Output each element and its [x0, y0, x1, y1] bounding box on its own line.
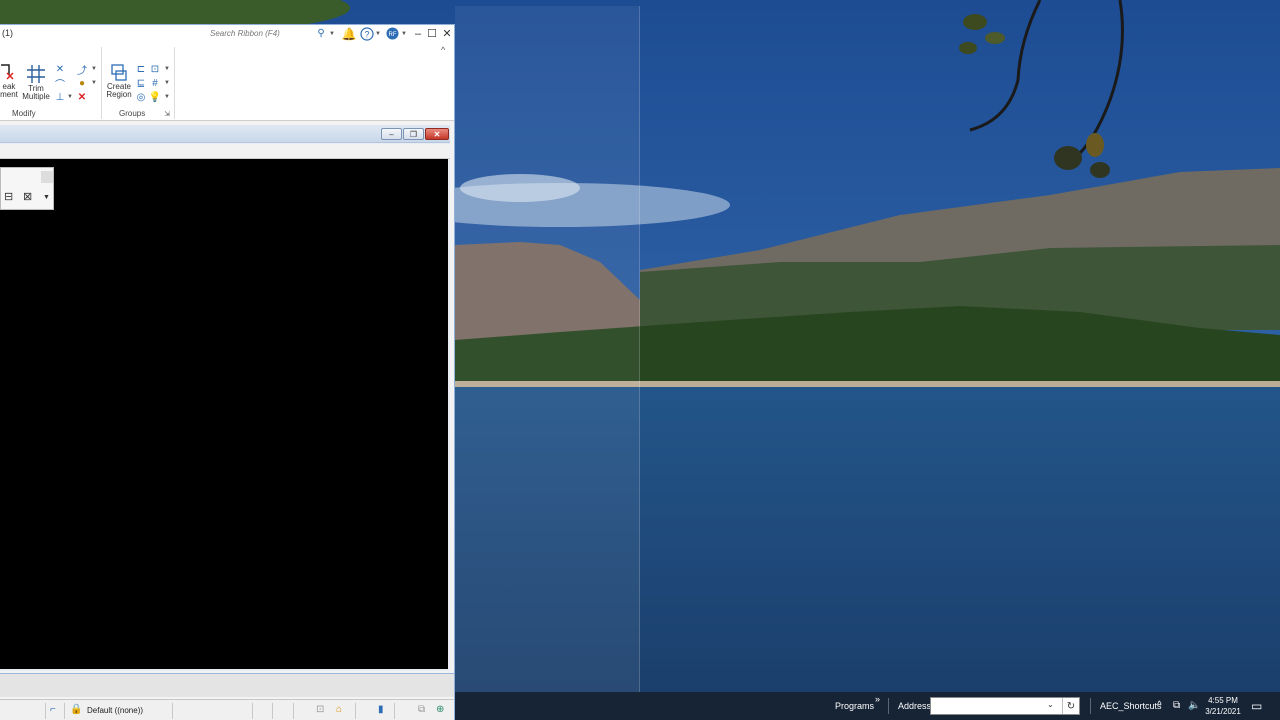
close-icon[interactable]: ✕ — [440, 26, 454, 41]
array-dropdown-icon[interactable]: ▼ — [161, 77, 173, 89]
copy-icon[interactable]: ⧉ — [418, 704, 425, 715]
status-divider — [355, 703, 356, 719]
status-divider — [45, 703, 46, 719]
view-tools-dropdown-icon[interactable]: ▼ — [43, 194, 50, 201]
address-input[interactable] — [930, 697, 1080, 715]
active-level-text[interactable]: Default ((none)) — [87, 706, 143, 715]
minimize-icon[interactable]: – — [411, 26, 425, 41]
taskbar: Programs » Address ⌄ ↻ AEC_Shortcuts ^ ⧉… — [455, 692, 1280, 720]
search-icon[interactable]: ⚲ — [315, 26, 327, 41]
help-dropdown-icon[interactable]: ▼ — [375, 26, 381, 41]
groups-panel-label: Groups — [119, 109, 146, 118]
search-dropdown-icon[interactable]: ▼ — [329, 26, 335, 41]
notification-center-icon[interactable]: ▭ — [1251, 699, 1262, 713]
panel-divider — [101, 47, 102, 119]
ribbon: ^ eak ment Trim Multiple ✕ ⌒ ⊥ ▼ ⤴ ▼ ● ▼… — [0, 43, 454, 121]
trim-multiple-button[interactable]: Trim Multiple — [20, 63, 52, 101]
delete-icon[interactable]: ✕ — [76, 91, 88, 103]
search-ribbon-input[interactable] — [210, 26, 328, 40]
refresh-icon[interactable]: ↻ — [1062, 698, 1079, 714]
status-divider — [252, 703, 253, 719]
create-region-icon — [111, 64, 127, 81]
target-icon[interactable]: ◎ — [135, 91, 147, 103]
notification-bell-icon[interactable]: 🔔 — [342, 26, 357, 41]
chamfer-icon[interactable]: ⤴ — [76, 63, 88, 77]
window-title: (1) — [2, 28, 13, 38]
ungroup-icon[interactable]: ⊡ — [149, 63, 161, 75]
lightbulb-dropdown-icon[interactable]: ▼ — [161, 91, 173, 103]
break-element-label: eak ment — [0, 82, 18, 99]
connection-globe-icon[interactable]: ⊕ — [436, 704, 444, 715]
modify-paint-icon[interactable]: ● — [76, 77, 88, 89]
programs-toolbar[interactable]: Programs — [835, 701, 874, 711]
taskbar-divider — [888, 698, 889, 714]
accudraw-icon[interactable]: ⌐ — [50, 704, 56, 715]
break-element-icon — [1, 64, 14, 80]
volume-icon[interactable]: 🔈 — [1188, 700, 1200, 711]
status-bar: ⌐ 🔒 Default ((none)) ⊡ ⌂ ▮ ⧉ ⊕ — [0, 699, 454, 720]
ungroup-dropdown-icon[interactable]: ▼ — [161, 63, 173, 75]
home-icon[interactable]: ⌂ — [336, 704, 342, 715]
drawing-canvas[interactable]: ⊟ ⊠ ▼ — [0, 159, 448, 669]
trim-multiple-label: Trim Multiple — [22, 84, 50, 101]
view-minimize-icon[interactable]: – — [381, 128, 402, 140]
svg-text:?: ? — [364, 29, 369, 39]
clock-time: 4:55 PM — [1208, 696, 1238, 705]
lock-icon[interactable]: 🔒 — [70, 704, 82, 715]
application-window: (1) ⚲ ▼ 🔔 ? ▼ RF ▼ – ☐ ✕ ^ eak ment — [0, 24, 455, 720]
break-element-button[interactable]: eak ment — [0, 63, 18, 99]
view-tools-handle[interactable] — [41, 171, 53, 183]
show-hidden-icons-icon[interactable]: ^ — [1157, 700, 1162, 711]
modify-panel-label: Modify — [12, 109, 36, 118]
user-dropdown-icon[interactable]: ▼ — [401, 26, 407, 41]
panel-expand-icon[interactable]: ⇲ — [161, 108, 173, 120]
group-icon[interactable]: ⊏ — [135, 63, 147, 75]
status-divider — [272, 703, 273, 719]
view-toolbar — [0, 144, 450, 159]
view-restore-icon[interactable]: ❐ — [403, 128, 424, 140]
view-window: – ❐ ✕ ⊟ ⊠ ▼ — [0, 125, 450, 671]
view-title-bar: – ❐ ✕ — [0, 125, 450, 143]
chamfer-dropdown-icon[interactable]: ▼ — [88, 63, 100, 75]
create-region-label: Create Region — [106, 82, 132, 99]
status-divider — [394, 703, 395, 719]
maximize-icon[interactable]: ☐ — [425, 26, 439, 41]
panel-divider — [174, 47, 175, 119]
fit-view-icon[interactable]: ⊠ — [23, 190, 32, 203]
ribbon-collapse-icon[interactable]: ^ — [441, 45, 445, 55]
view-attributes-icon[interactable]: ⊟ — [4, 190, 13, 203]
create-region-button[interactable]: Create Region — [103, 63, 135, 99]
user-avatar-icon[interactable]: RF — [385, 26, 399, 41]
status-divider — [172, 703, 173, 719]
title-bar: (1) ⚲ ▼ 🔔 ? ▼ RF ▼ – ☐ ✕ — [0, 25, 454, 43]
network-icon[interactable]: ⧉ — [1173, 700, 1180, 711]
fillet-icon[interactable]: ⌒ — [54, 77, 66, 91]
split-dropdown-icon[interactable]: ▼ — [64, 91, 76, 103]
taskbar-divider — [1090, 698, 1091, 714]
model-icon[interactable]: ⊡ — [316, 704, 324, 715]
file-icon[interactable]: ▮ — [378, 704, 384, 715]
help-icon[interactable]: ? — [359, 26, 375, 41]
programs-more-icon[interactable]: » — [875, 694, 880, 704]
paint-dropdown-icon[interactable]: ▼ — [88, 77, 100, 89]
clock-date: 3/21/2021 — [1205, 707, 1241, 716]
lightbulb-icon[interactable]: 💡 — [149, 91, 161, 103]
command-area — [0, 673, 454, 697]
drop-complex-icon[interactable]: ⊑ — [135, 77, 147, 89]
status-divider — [64, 703, 65, 719]
address-dropdown-icon[interactable]: ⌄ — [1047, 700, 1054, 709]
extend-icon[interactable]: ✕ — [54, 63, 66, 75]
aec-shortcuts-toolbar[interactable]: AEC_Shortcuts — [1100, 701, 1162, 711]
address-label: Address — [898, 701, 932, 711]
user-initials: RF — [388, 32, 396, 38]
grid-array-icon[interactable]: # — [149, 77, 161, 89]
glass-side-panel — [455, 6, 640, 692]
trim-multiple-icon — [27, 65, 45, 83]
status-divider — [293, 703, 294, 719]
system-clock[interactable]: 4:55 PM 3/21/2021 — [1203, 695, 1243, 717]
view-tools-panel: ⊟ ⊠ ▼ — [0, 167, 54, 210]
view-close-icon[interactable]: ✕ — [425, 128, 449, 140]
